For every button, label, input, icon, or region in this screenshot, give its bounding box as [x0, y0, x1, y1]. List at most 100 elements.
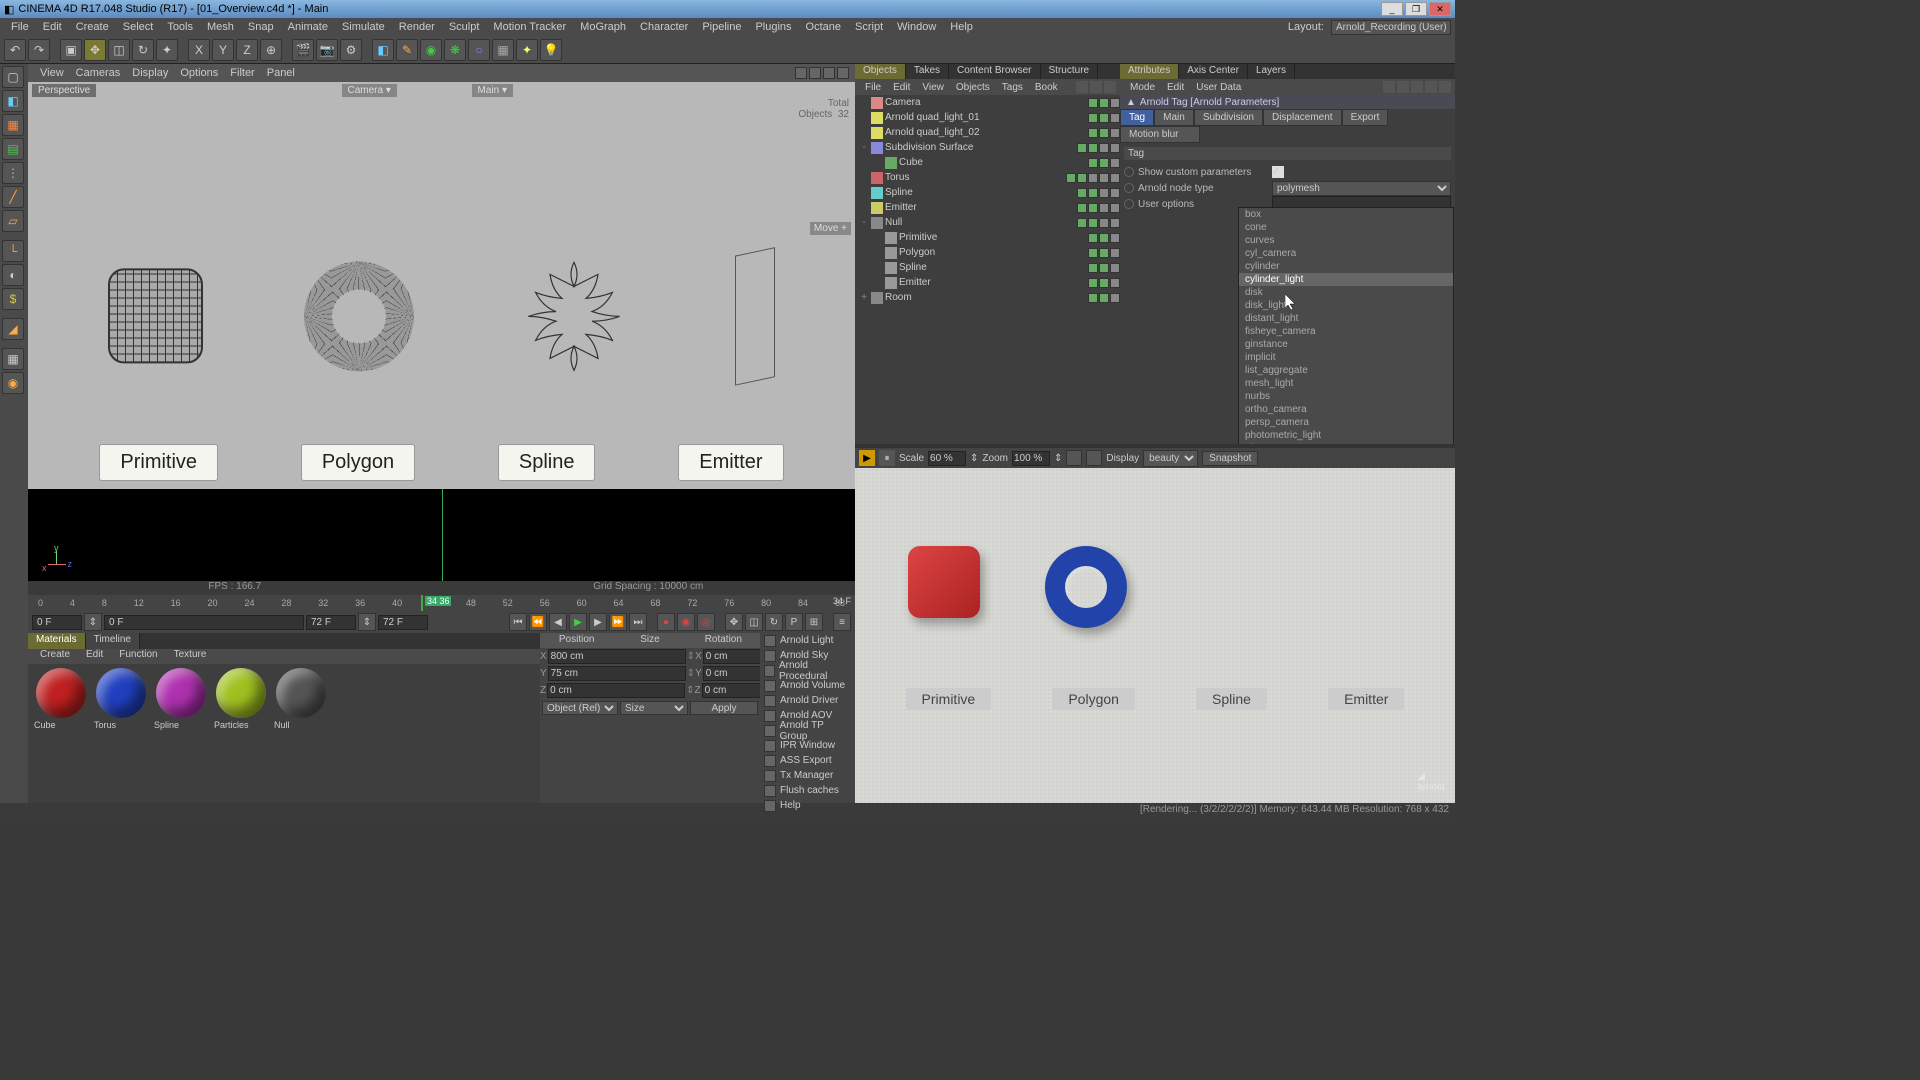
redo-button[interactable]: ↷	[28, 39, 50, 61]
menu-octane[interactable]: Octane	[799, 21, 848, 33]
pos-key-button[interactable]: ✥	[725, 613, 743, 631]
vp-menu-panel[interactable]: Panel	[261, 67, 301, 79]
obj-menu-tags[interactable]: Tags	[996, 82, 1029, 93]
dropdown-item[interactable]: list_aggregate	[1239, 364, 1453, 377]
prev-key-button[interactable]: ⏪	[529, 613, 547, 631]
objects-tab[interactable]: Objects	[855, 64, 906, 79]
dropdown-item[interactable]: nurbs	[1239, 390, 1453, 403]
back-icon[interactable]	[1383, 81, 1395, 93]
dropdown-item[interactable]: disk	[1239, 286, 1453, 299]
goto-start-button[interactable]: ⏮	[509, 613, 527, 631]
model-mode-button[interactable]: ▢	[2, 66, 24, 88]
viewport-spline-object[interactable]	[514, 256, 634, 376]
tree-row[interactable]: Arnold quad_light_01	[855, 110, 1120, 125]
viewport-camera-label[interactable]: Camera ▾	[342, 84, 397, 97]
takes-tab[interactable]: Takes	[906, 64, 949, 79]
maximize-button[interactable]: ❐	[1405, 2, 1427, 16]
tree-flag-icon[interactable]	[1110, 203, 1120, 213]
search-icon[interactable]	[1076, 81, 1088, 93]
attr-menu-userdata[interactable]: User Data	[1190, 82, 1247, 93]
coord-pos-field[interactable]	[547, 683, 685, 698]
ipr-crop-icon[interactable]	[1086, 450, 1102, 466]
ipr-display-select[interactable]: beauty	[1143, 450, 1198, 467]
prev-frame-button[interactable]: ◀	[549, 613, 567, 631]
tree-flag-icon[interactable]	[1110, 158, 1120, 168]
subtab-subdivision[interactable]: Subdivision	[1194, 109, 1263, 126]
tree-flag-icon[interactable]	[1077, 218, 1087, 228]
tree-row[interactable]: Camera	[855, 95, 1120, 110]
tree-row[interactable]: + Room	[855, 290, 1120, 305]
ipr-region-icon[interactable]	[1066, 450, 1082, 466]
material-item[interactable]: Null	[272, 668, 330, 730]
menu-plugins[interactable]: Plugins	[748, 21, 798, 33]
coord-sys-button[interactable]: ⊕	[260, 39, 282, 61]
mat-menu-edit[interactable]: Edit	[78, 649, 111, 664]
tree-row[interactable]: Primitive	[855, 230, 1120, 245]
coord-mode-select[interactable]: Object (Rel)	[542, 701, 618, 715]
mat-menu-function[interactable]: Function	[111, 649, 165, 664]
arnold-menu-item[interactable]: Tx Manager	[760, 768, 855, 783]
dropdown-item[interactable]: cyl_camera	[1239, 247, 1453, 260]
dropdown-item[interactable]: disk_light	[1239, 299, 1453, 312]
menu-pipeline[interactable]: Pipeline	[695, 21, 748, 33]
obj-menu-file[interactable]: File	[859, 82, 887, 93]
subtab-main[interactable]: Main	[1154, 109, 1194, 126]
live-select-button[interactable]: ▣	[60, 39, 82, 61]
tree-flag-icon[interactable]	[1110, 188, 1120, 198]
axis-button[interactable]: └	[2, 240, 24, 262]
workplane-button[interactable]: ▤	[2, 138, 24, 160]
tree-flag-icon[interactable]	[1099, 128, 1109, 138]
dropdown-item[interactable]: photometric_light	[1239, 429, 1453, 442]
dropdown-item[interactable]: ginstance	[1239, 338, 1453, 351]
mat-menu-create[interactable]: Create	[32, 649, 78, 664]
spin-icon[interactable]: ⇕	[358, 613, 376, 631]
play-button[interactable]: ▶	[569, 613, 587, 631]
menu-render[interactable]: Render	[392, 21, 442, 33]
spin-icon[interactable]: ⇕	[84, 613, 102, 631]
vp-nav-icon[interactable]	[823, 67, 835, 79]
material-item[interactable]: Cube	[32, 668, 90, 730]
tree-expand-icon[interactable]: -	[859, 142, 869, 153]
tree-row[interactable]: Cube	[855, 155, 1120, 170]
tree-flag-icon[interactable]	[1099, 203, 1109, 213]
y-axis-button[interactable]: Y	[212, 39, 234, 61]
menu-mesh[interactable]: Mesh	[200, 21, 241, 33]
pla-key-button[interactable]: ⊞	[805, 613, 823, 631]
playback-end-field[interactable]	[306, 615, 356, 630]
environment-button[interactable]: ○	[468, 39, 490, 61]
arnold-menu-item[interactable]: Arnold Procedural	[760, 663, 855, 678]
vp-nav-icon[interactable]	[795, 67, 807, 79]
viewport-3d[interactable]: Perspective Camera ▾ Main ▾ Total Object…	[28, 82, 855, 581]
bulb-button[interactable]: 💡	[540, 39, 562, 61]
tree-flag-icon[interactable]	[1099, 188, 1109, 198]
tree-flag-icon[interactable]	[1088, 173, 1098, 183]
arnold-menu-item[interactable]: ASS Export	[760, 753, 855, 768]
tree-flag-icon[interactable]	[1110, 173, 1120, 183]
menu-script[interactable]: Script	[848, 21, 890, 33]
tree-flag-icon[interactable]	[1088, 158, 1098, 168]
obj-menu-book[interactable]: Book	[1029, 82, 1064, 93]
playback-start-field[interactable]	[104, 615, 304, 630]
param-key-button[interactable]: P	[785, 613, 803, 631]
coord-size-select[interactable]: Size	[620, 701, 688, 715]
texture-mode-button[interactable]: ▦	[2, 114, 24, 136]
deformer-button[interactable]: ❋	[444, 39, 466, 61]
next-frame-button[interactable]: ▶	[589, 613, 607, 631]
snap-button[interactable]: $	[2, 288, 24, 310]
material-item[interactable]: Torus	[92, 668, 150, 730]
ipr-viewport[interactable]: Primitive Polygon Spline Emitter ◢arnold	[855, 468, 1455, 803]
dropdown-item[interactable]: persp_camera	[1239, 416, 1453, 429]
tree-flag-icon[interactable]	[1110, 128, 1120, 138]
tree-flag-icon[interactable]	[1077, 143, 1087, 153]
tweak-button[interactable]: ◢	[2, 318, 24, 340]
spline-button[interactable]: ✎	[396, 39, 418, 61]
spin-icon[interactable]: ⇕	[970, 453, 978, 464]
material-item[interactable]: Spline	[152, 668, 210, 730]
tree-row[interactable]: Emitter	[855, 200, 1120, 215]
home-icon[interactable]	[1411, 81, 1423, 93]
tree-flag-icon[interactable]	[1099, 233, 1109, 243]
goto-end-button[interactable]: ⏭	[629, 613, 647, 631]
materials-tab[interactable]: Materials	[28, 633, 86, 649]
vp-menu-view[interactable]: View	[34, 67, 70, 79]
menu-create[interactable]: Create	[69, 21, 116, 33]
